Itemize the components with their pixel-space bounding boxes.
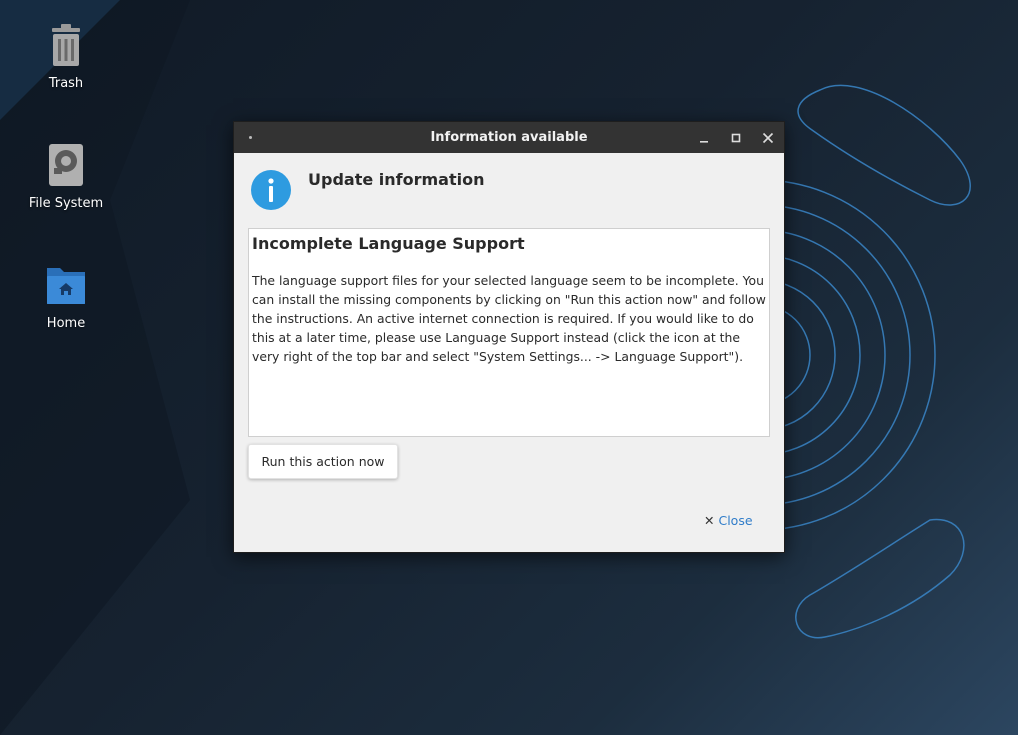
window-title: Information available [430, 130, 588, 145]
message-body: The language support files for your sele… [252, 273, 766, 364]
close-button-label: Close [718, 513, 753, 528]
close-icon[interactable] [759, 129, 777, 147]
close-x-icon: ✕ [704, 513, 715, 528]
close-button[interactable]: ✕ Close [704, 513, 753, 528]
message-heading: Incomplete Language Support [252, 234, 525, 253]
desktop-icon-label: Trash [48, 76, 84, 91]
desktop: Trash File System Home Information avail… [0, 0, 1018, 735]
desktop-icon-trash[interactable]: Trash [11, 22, 121, 91]
info-icon [251, 170, 291, 210]
maximize-icon[interactable] [727, 129, 745, 147]
message-content: Incomplete Language Support The language… [248, 228, 770, 437]
drive-icon [49, 144, 83, 186]
information-dialog: Information available Update information… [233, 121, 785, 553]
desktop-icon-file-system[interactable]: File System [11, 142, 121, 211]
desktop-icon-home[interactable]: Home [11, 262, 121, 331]
home-folder-icon [47, 268, 85, 304]
run-action-button[interactable]: Run this action now [248, 444, 398, 479]
window-menu-dot-icon[interactable] [249, 136, 252, 139]
trash-icon [52, 24, 80, 66]
dialog-header-title: Update information [308, 170, 485, 189]
window-titlebar[interactable]: Information available [234, 122, 784, 153]
desktop-icon-label: Home [46, 316, 86, 331]
desktop-icon-label: File System [28, 196, 104, 211]
minimize-icon[interactable] [695, 129, 713, 147]
